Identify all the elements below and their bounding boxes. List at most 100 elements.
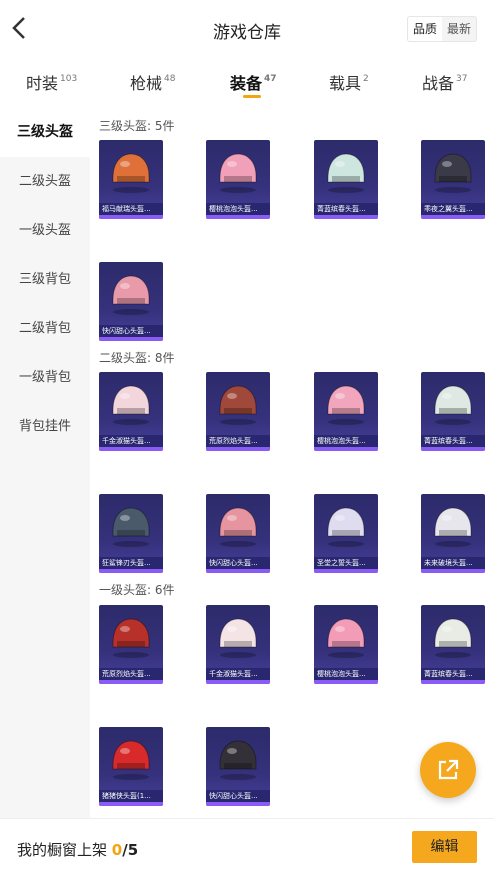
sidebar-item-level2-backpack[interactable]: 二级背包 xyxy=(0,304,90,353)
share-button[interactable] xyxy=(420,742,476,798)
section-title-level2: 二级头盔: 8件 xyxy=(99,351,175,365)
sidebar-item-backpack-pendant[interactable]: 背包挂件 xyxy=(0,402,90,451)
item-name: 荒原烈焰头盔... xyxy=(99,668,163,680)
item-card[interactable]: 快闪甜心头盔... xyxy=(99,262,163,341)
sidebar-item-level3-helmet[interactable]: 三级头盔 xyxy=(0,108,90,157)
item-name: 樱桃泡泡头盔... xyxy=(314,668,378,680)
helmet-flame-icon xyxy=(219,385,257,425)
item-card[interactable]: 千金淑猫头盔... xyxy=(206,605,270,684)
helmet-cat-icon xyxy=(219,618,257,658)
showcase-total: /5 xyxy=(122,841,139,859)
sidebar-item-level1-backpack[interactable]: 一级背包 xyxy=(0,353,90,402)
helmet-shark-icon xyxy=(112,507,150,547)
item-card[interactable]: 快闪甜心头盔... xyxy=(206,727,270,806)
sidebar-item-level1-helmet[interactable]: 一级头盔 xyxy=(0,206,90,255)
item-card[interactable]: 猪猪侠头盔(1... xyxy=(99,727,163,806)
item-name: 狂鲨锋刃头盔... xyxy=(99,557,163,569)
quality-bar xyxy=(314,215,378,219)
section-title-level3: 三级头盔: 5件 xyxy=(99,119,175,133)
item-card[interactable]: 圣堂之誓头盔... xyxy=(314,494,378,573)
quality-bar xyxy=(206,569,270,573)
helmet-flame-icon xyxy=(112,618,150,658)
item-card[interactable]: 樱桃泡泡头盔... xyxy=(314,372,378,451)
quality-bar xyxy=(99,802,163,806)
item-card[interactable]: 福马献瑞头盔... xyxy=(99,140,163,219)
helmet-horse-icon xyxy=(112,153,150,193)
sidebar-item-level2-helmet[interactable]: 二级头盔 xyxy=(0,157,90,206)
item-card[interactable]: 菁蓝缤春头盔... xyxy=(421,605,485,684)
external-link-icon xyxy=(438,759,459,780)
item-name: 荒原烈焰头盔... xyxy=(206,435,270,447)
helmet-floral-icon xyxy=(434,385,472,425)
item-name: 菁蓝缤春头盔... xyxy=(421,435,485,447)
sort-latest-option[interactable]: 最新 xyxy=(442,17,476,41)
item-card[interactable]: 未来破境头盔... xyxy=(421,494,485,573)
helmet-wing-icon xyxy=(327,507,365,547)
item-card[interactable]: 乖夜之翼头盔... xyxy=(421,140,485,219)
item-card[interactable]: 樱桃泡泡头盔... xyxy=(314,605,378,684)
tab-guns[interactable]: 枪械 48 xyxy=(130,70,175,94)
quality-bar xyxy=(421,215,485,219)
item-card[interactable]: 樱桃泡泡头盔... xyxy=(206,140,270,219)
quality-bar xyxy=(421,569,485,573)
tab-equipment[interactable]: 装备 47 xyxy=(230,70,277,94)
top-bar: 游戏仓库 品质 最新 xyxy=(0,0,494,58)
item-card[interactable]: 菁蓝缤春头盔... xyxy=(314,140,378,219)
helmet-pink-icon xyxy=(327,618,365,658)
section-title-level1: 一级头盔: 6件 xyxy=(99,583,175,597)
item-name: 快闪甜心头盔... xyxy=(206,790,270,802)
sort-toggle[interactable]: 品质 最新 xyxy=(406,16,477,42)
item-card[interactable]: 荒原烈焰头盔... xyxy=(99,605,163,684)
category-tabs: 时装 103 枪械 48 装备 47 载具 2 战备 37 xyxy=(0,58,494,108)
tab-supplies[interactable]: 战备 37 xyxy=(422,70,467,94)
helmet-floral-icon xyxy=(434,618,472,658)
helmet-pig-icon xyxy=(327,385,365,425)
item-name: 福马献瑞头盔... xyxy=(99,203,163,215)
sort-quality-option[interactable]: 品质 xyxy=(407,17,442,41)
item-name: 樱桃泡泡头盔... xyxy=(314,435,378,447)
helmet-pink-icon xyxy=(219,740,257,780)
quality-bar xyxy=(421,447,485,451)
quality-bar xyxy=(206,680,270,684)
item-grid: 三级头盔: 5件 二级头盔: 8件 一级头盔: 6件 福马献瑞头盔... 樱桃泡泡… xyxy=(90,108,494,818)
quality-bar xyxy=(314,569,378,573)
item-name: 樱桃泡泡头盔... xyxy=(206,203,270,215)
helmet-pink-icon xyxy=(219,507,257,547)
quality-bar xyxy=(314,447,378,451)
showcase-status: 我的橱窗上架 0/5 xyxy=(17,841,139,859)
quality-bar xyxy=(99,337,163,341)
tab-fashion[interactable]: 时装 103 xyxy=(26,70,77,94)
item-name: 快闪甜心头盔... xyxy=(206,557,270,569)
bottom-bar: 我的橱窗上架 0/5 编辑 xyxy=(0,818,494,875)
quality-bar xyxy=(206,215,270,219)
quality-bar xyxy=(314,680,378,684)
item-name: 千金淑猫头盔... xyxy=(99,435,163,447)
quality-bar xyxy=(206,447,270,451)
item-name: 猪猪侠头盔(1... xyxy=(99,790,163,802)
edit-button[interactable]: 编辑 xyxy=(412,831,477,863)
item-name: 未来破境头盔... xyxy=(421,557,485,569)
item-card[interactable]: 狂鲨锋刃头盔... xyxy=(99,494,163,573)
item-name: 乖夜之翼头盔... xyxy=(421,203,485,215)
item-name: 圣堂之誓头盔... xyxy=(314,557,378,569)
item-name: 千金淑猫头盔... xyxy=(206,668,270,680)
item-card[interactable]: 菁蓝缤春头盔... xyxy=(421,372,485,451)
item-card[interactable]: 千金淑猫头盔... xyxy=(99,372,163,451)
item-name: 快闪甜心头盔... xyxy=(99,325,163,337)
quality-bar xyxy=(99,447,163,451)
helmet-pig-icon xyxy=(112,740,150,780)
sidebar-item-level3-backpack[interactable]: 三级背包 xyxy=(0,255,90,304)
item-card[interactable]: 荒原烈焰头盔... xyxy=(206,372,270,451)
helmet-cat-icon xyxy=(112,385,150,425)
tab-vehicles[interactable]: 载具 2 xyxy=(329,70,369,94)
quality-bar xyxy=(99,569,163,573)
item-name: 菁蓝缤春头盔... xyxy=(314,203,378,215)
helmet-pink-icon xyxy=(112,275,150,315)
helmet-crown-icon xyxy=(327,153,365,193)
subcategory-sidebar: 三级头盔 二级头盔 一级头盔 三级背包 二级背包 一级背包 背包挂件 xyxy=(0,108,90,818)
quality-bar xyxy=(421,680,485,684)
showcase-count: 0 xyxy=(111,841,123,859)
item-card[interactable]: 快闪甜心头盔... xyxy=(206,494,270,573)
helmet-pig-icon xyxy=(219,153,257,193)
helmet-wing-icon xyxy=(434,153,472,193)
